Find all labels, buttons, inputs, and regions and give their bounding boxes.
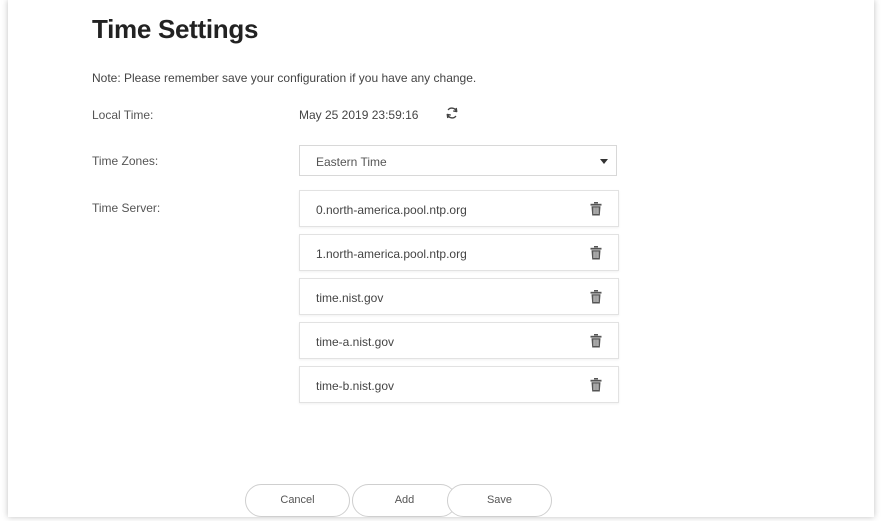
time-zones-label: Time Zones: xyxy=(92,154,159,168)
cancel-button[interactable]: Cancel xyxy=(245,484,350,517)
time-server-address[interactable]: 1.north-america.pool.ntp.org xyxy=(316,247,467,261)
time-settings-panel: Time Settings Note: Please remember save… xyxy=(8,0,874,517)
time-zone-select[interactable]: Eastern Time xyxy=(299,145,617,176)
time-zone-selected-value: Eastern Time xyxy=(316,155,387,169)
save-button[interactable]: Save xyxy=(447,484,552,517)
config-note: Note: Please remember save your configur… xyxy=(92,71,477,85)
caret-down-icon xyxy=(600,159,608,164)
time-server-row: time-a.nist.gov xyxy=(299,322,619,359)
trash-icon[interactable] xyxy=(590,290,602,304)
trash-icon[interactable] xyxy=(590,378,602,392)
time-server-row: 1.north-america.pool.ntp.org xyxy=(299,234,619,271)
local-time-value: May 25 2019 23:59:16 xyxy=(299,108,419,122)
time-server-list: 0.north-america.pool.ntp.org 1.north-ame… xyxy=(299,190,619,410)
time-server-label: Time Server: xyxy=(92,201,161,215)
time-server-address[interactable]: time.nist.gov xyxy=(316,291,383,305)
time-server-row: time.nist.gov xyxy=(299,278,619,315)
trash-icon[interactable] xyxy=(590,334,602,348)
add-button[interactable]: Add xyxy=(352,484,457,517)
time-server-row: 0.north-america.pool.ntp.org xyxy=(299,190,619,227)
trash-icon[interactable] xyxy=(590,246,602,260)
time-server-row: time-b.nist.gov xyxy=(299,366,619,403)
time-server-address[interactable]: time-a.nist.gov xyxy=(316,335,394,349)
time-server-address[interactable]: 0.north-america.pool.ntp.org xyxy=(316,203,467,217)
time-server-address[interactable]: time-b.nist.gov xyxy=(316,379,394,393)
page-title: Time Settings xyxy=(92,14,259,44)
local-time-label: Local Time: xyxy=(92,108,154,122)
refresh-icon[interactable] xyxy=(445,106,459,120)
trash-icon[interactable] xyxy=(590,202,602,216)
